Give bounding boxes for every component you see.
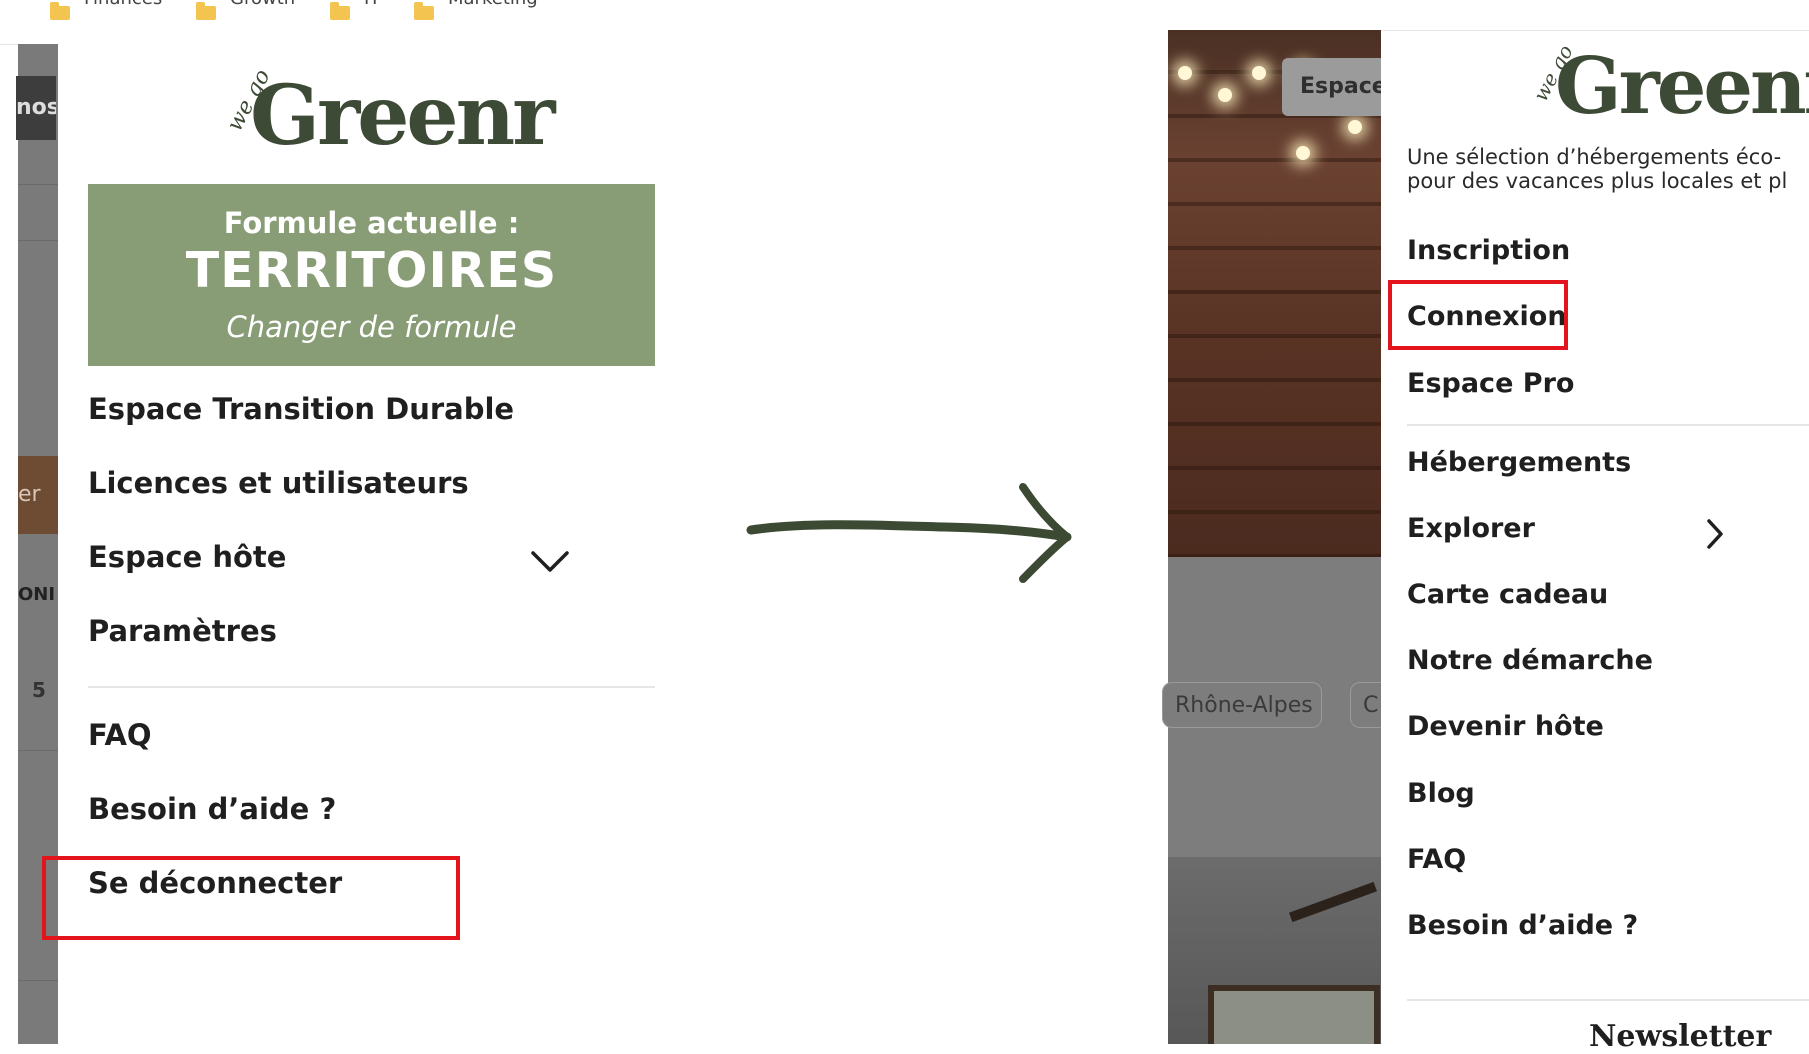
dimmed-page-background: Rhône-Alpes C bbox=[1162, 557, 1390, 857]
menu-item-notre-demarche[interactable]: Notre démarche bbox=[1407, 645, 1653, 676]
bookmark-growth[interactable]: Growth bbox=[196, 0, 295, 23]
site-tagline: Une sélection d’hébergements éco- pour d… bbox=[1407, 145, 1787, 193]
menu-item-explorer[interactable]: Explorer bbox=[1407, 513, 1535, 544]
menu-item-licences[interactable]: Licences et utilisateurs bbox=[88, 466, 469, 500]
menu-item-hebergements[interactable]: Hébergements bbox=[1407, 447, 1631, 478]
chevron-down-icon[interactable] bbox=[530, 550, 570, 574]
menu-item-faq[interactable]: FAQ bbox=[88, 718, 152, 752]
menu-item-inscription[interactable]: Inscription bbox=[1407, 235, 1570, 266]
string-light bbox=[1348, 120, 1362, 134]
newsletter-heading: Newsletter bbox=[1589, 1019, 1772, 1054]
divider bbox=[18, 184, 58, 185]
folder-icon bbox=[196, 1, 216, 20]
menu-item-parametres[interactable]: Paramètres bbox=[88, 614, 277, 648]
menu-divider bbox=[1407, 999, 1809, 1001]
background-cell: 5 bbox=[32, 678, 46, 702]
background-listing-photo bbox=[1168, 857, 1381, 1044]
plan-heading: Formule actuelle : bbox=[223, 206, 520, 240]
divider bbox=[18, 980, 58, 981]
connexion-highlight-box bbox=[1388, 280, 1568, 350]
arrow-right-icon bbox=[746, 483, 1072, 583]
site-menu-panel: we go Greenr Une sélection d’hébergement… bbox=[1381, 30, 1809, 1054]
logo-wordmark: Greenr bbox=[1555, 41, 1809, 132]
menu-item-help[interactable]: Besoin d’aide ? bbox=[1407, 910, 1638, 941]
logo-wordmark: Greenr bbox=[250, 68, 555, 164]
folder-icon bbox=[414, 1, 434, 20]
string-light bbox=[1178, 66, 1192, 80]
divider bbox=[18, 240, 58, 241]
change-plan-link[interactable]: Changer de formule bbox=[88, 310, 655, 344]
divider bbox=[18, 750, 58, 751]
plan-name: TERRITOIRES bbox=[185, 242, 558, 299]
tagline-line: Une sélection d’hébergements éco- bbox=[1407, 145, 1782, 169]
bookmark-marketing[interactable]: Marketing bbox=[414, 0, 538, 23]
menu-item-espace-transition[interactable]: Espace Transition Durable bbox=[88, 392, 514, 426]
string-light bbox=[1296, 146, 1310, 160]
menu-divider bbox=[88, 686, 655, 688]
menu-divider bbox=[1407, 424, 1809, 426]
folder-icon bbox=[330, 1, 350, 20]
folder-icon bbox=[50, 1, 70, 20]
lamp-shape bbox=[1289, 881, 1377, 923]
menu-item-carte-cadeau[interactable]: Carte cadeau bbox=[1407, 579, 1608, 610]
background-column-header: ONI bbox=[18, 584, 56, 605]
background-button: er d bbox=[18, 456, 58, 534]
menu-item-devenir-hote[interactable]: Devenir hôte bbox=[1407, 711, 1604, 742]
region-chip: Rhône-Alpes bbox=[1162, 682, 1322, 728]
bookmark-finances[interactable]: Finances bbox=[50, 0, 162, 23]
bookmarks-bar: Finances Growth IT Marketing bbox=[0, 0, 655, 45]
string-light bbox=[1218, 88, 1232, 102]
chevron-right-icon[interactable] bbox=[1705, 517, 1725, 551]
tagline-line: pour des vacances plus locales et pl bbox=[1407, 169, 1788, 193]
background-tab: nos bbox=[16, 76, 56, 140]
menu-item-blog[interactable]: Blog bbox=[1407, 778, 1475, 809]
menu-item-espace-hote[interactable]: Espace hôte bbox=[88, 540, 286, 574]
greenr-logo[interactable]: we go Greenr bbox=[223, 58, 556, 168]
menu-item-faq[interactable]: FAQ bbox=[1407, 844, 1466, 875]
frame-shape bbox=[1208, 985, 1380, 1044]
bookmark-it[interactable]: IT bbox=[330, 0, 380, 23]
string-light bbox=[1252, 66, 1266, 80]
menu-item-espace-pro[interactable]: Espace Pro bbox=[1407, 368, 1574, 399]
logout-highlight-box bbox=[42, 856, 460, 940]
menu-item-help[interactable]: Besoin d’aide ? bbox=[88, 792, 336, 826]
current-plan-card[interactable]: Formule actuelle : TERRITOIRES Changer d… bbox=[88, 184, 655, 366]
greenr-logo[interactable]: we go Greenr bbox=[1528, 37, 1809, 147]
